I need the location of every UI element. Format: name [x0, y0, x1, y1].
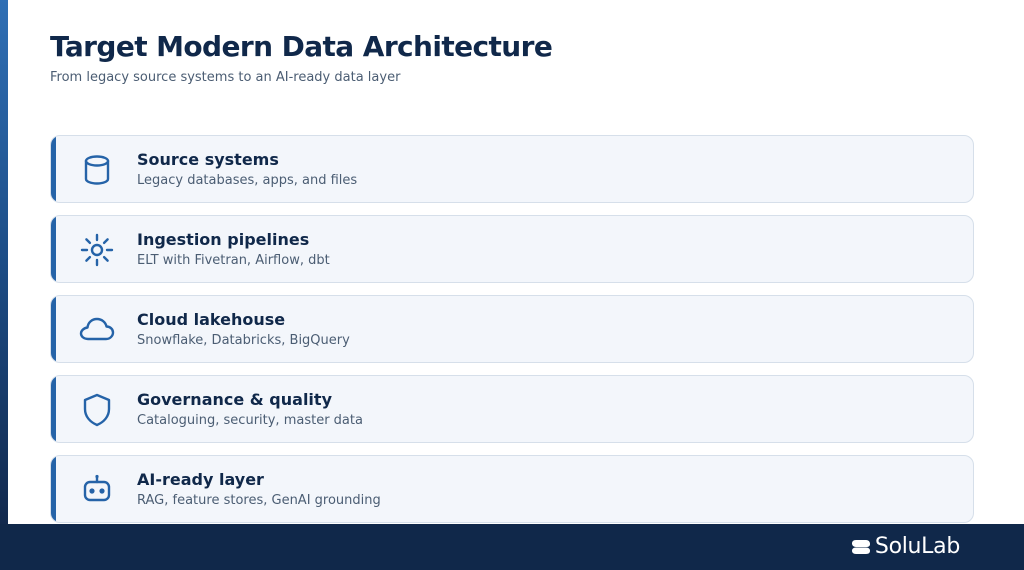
- footer-bar: SoluLab: [0, 524, 1024, 570]
- page-subtitle: From legacy source systems to an AI-read…: [50, 70, 401, 85]
- layer-title: AI-ready layer: [137, 470, 264, 489]
- layer-card-governance-quality: Governance & quality Cataloguing, securi…: [50, 375, 974, 443]
- robot-icon: [77, 470, 117, 510]
- database-icon: [77, 150, 117, 190]
- architecture-layers: Source systems Legacy databases, apps, a…: [50, 135, 974, 535]
- layer-card-source-systems: Source systems Legacy databases, apps, a…: [50, 135, 974, 203]
- gear-icon: [77, 230, 117, 270]
- left-accent-bar: [0, 0, 8, 524]
- layer-description: Cataloguing, security, master data: [137, 413, 363, 428]
- solulab-logo-icon: [851, 539, 870, 554]
- shield-icon: [77, 390, 117, 430]
- brand-logo: SoluLab: [851, 534, 960, 559]
- layer-title: Source systems: [137, 150, 279, 169]
- cloud-icon: [77, 310, 117, 350]
- layer-card-cloud-lakehouse: Cloud lakehouse Snowflake, Databricks, B…: [50, 295, 974, 363]
- layer-card-ai-ready-layer: AI-ready layer RAG, feature stores, GenA…: [50, 455, 974, 523]
- layer-description: RAG, feature stores, GenAI grounding: [137, 493, 381, 508]
- brand-name: SoluLab: [874, 534, 960, 559]
- page-title: Target Modern Data Architecture: [50, 30, 553, 63]
- layer-title: Governance & quality: [137, 390, 332, 409]
- layer-description: Snowflake, Databricks, BigQuery: [137, 333, 350, 348]
- layer-title: Ingestion pipelines: [137, 230, 310, 249]
- layer-description: ELT with Fivetran, Airflow, dbt: [137, 253, 330, 268]
- layer-title: Cloud lakehouse: [137, 310, 286, 329]
- layer-card-ingestion-pipelines: Ingestion pipelines ELT with Fivetran, A…: [50, 215, 974, 283]
- layer-description: Legacy databases, apps, and files: [137, 173, 358, 188]
